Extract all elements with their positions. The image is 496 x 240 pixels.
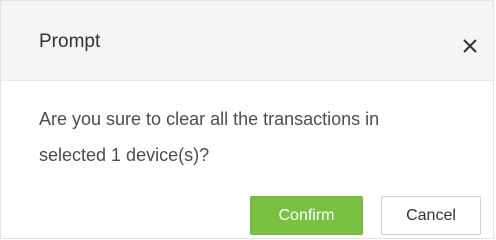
- close-icon[interactable]: [459, 35, 481, 57]
- dialog-title: Prompt: [39, 31, 101, 52]
- dialog-message: Are you sure to clear all the transactio…: [39, 101, 459, 173]
- message-line-1: Are you sure to clear all the transactio…: [39, 109, 380, 129]
- dialog-header: Prompt: [1, 1, 493, 81]
- confirm-button[interactable]: Confirm: [250, 196, 363, 235]
- prompt-dialog: Prompt Are you sure to clear all the tra…: [0, 0, 494, 239]
- cancel-button[interactable]: Cancel: [381, 196, 481, 235]
- message-line-2: selected 1 device(s)?: [39, 145, 210, 165]
